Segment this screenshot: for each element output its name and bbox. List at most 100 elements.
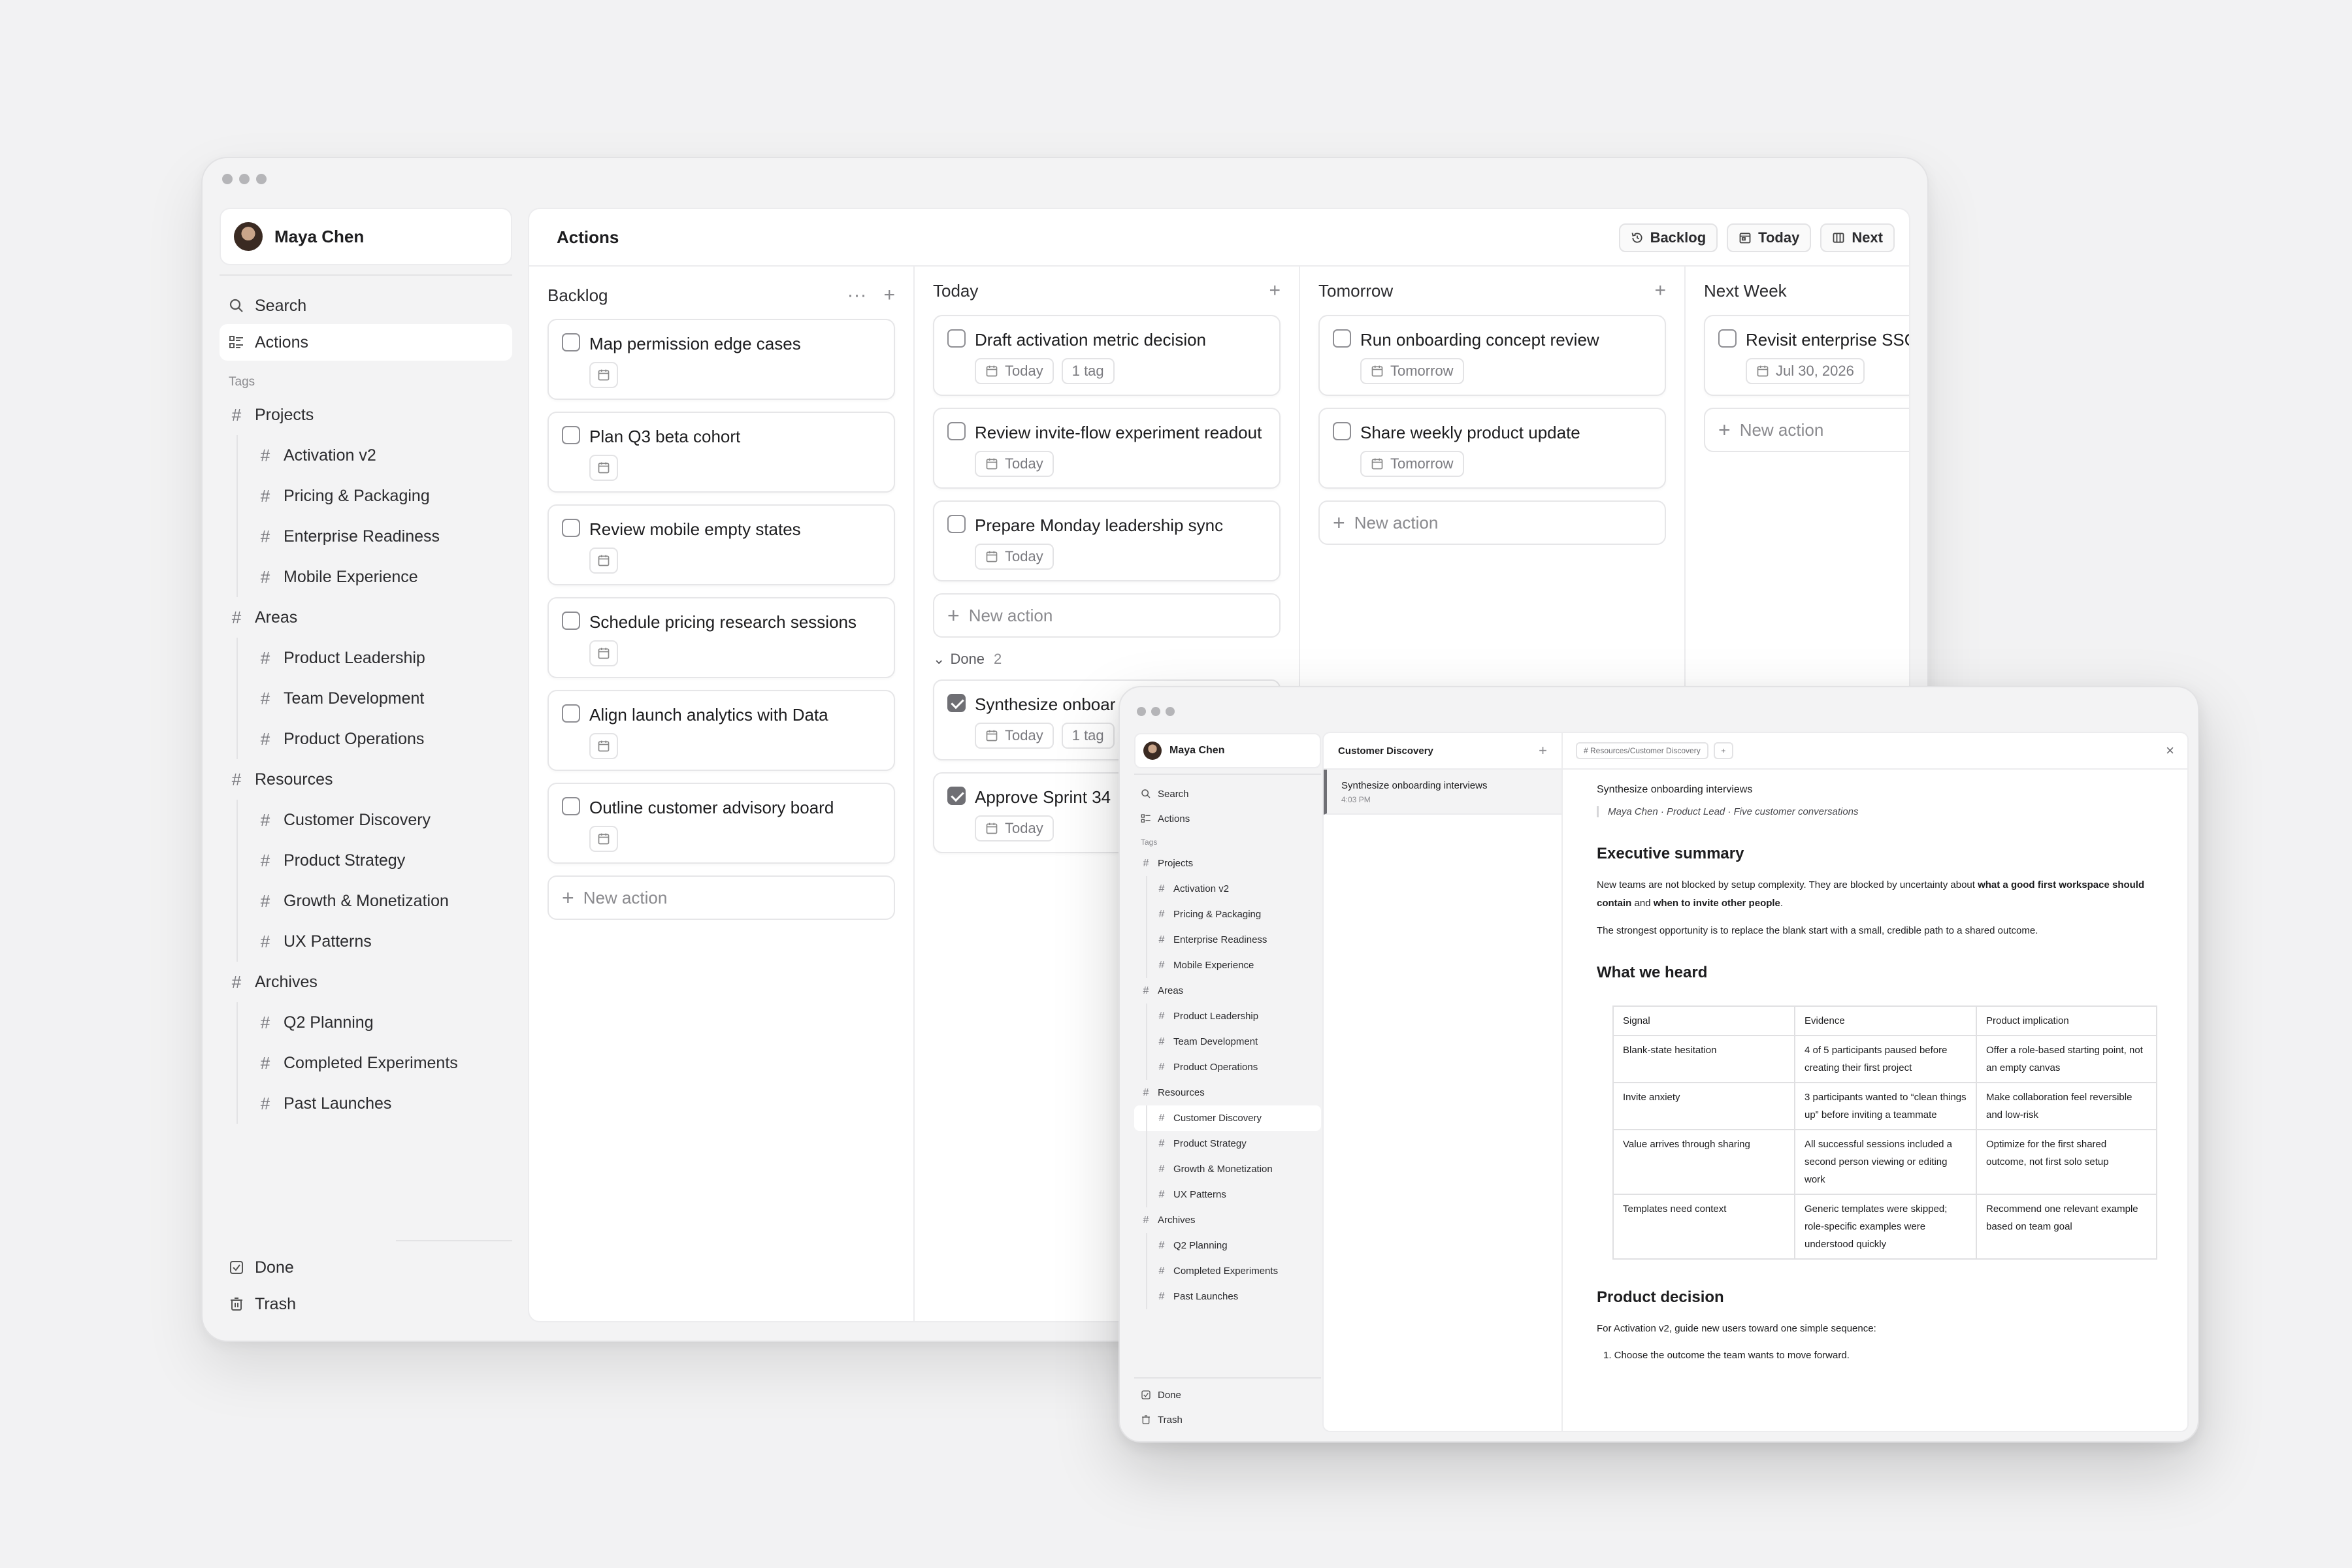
tag-ux-patterns[interactable]: # UX Patterns: [220, 921, 512, 962]
date-pill[interactable]: Today: [975, 723, 1054, 749]
checkbox[interactable]: [1333, 329, 1351, 348]
date-pill[interactable]: [589, 362, 618, 388]
plus-icon[interactable]: +: [1269, 280, 1281, 302]
next-button[interactable]: Next: [1820, 223, 1895, 252]
action-card[interactable]: Schedule pricing research sessions: [547, 597, 895, 678]
new-action-button[interactable]: + New action: [933, 593, 1281, 638]
plus-icon[interactable]: +: [883, 284, 895, 306]
tag-growth-monetization[interactable]: # Growth & Monetization: [1134, 1156, 1321, 1182]
checkbox[interactable]: [947, 422, 966, 440]
tag-archives[interactable]: # Archives: [1134, 1207, 1321, 1233]
date-pill[interactable]: Today: [975, 544, 1054, 570]
tag-areas[interactable]: # Areas: [220, 597, 512, 638]
tag-growth-monetization[interactable]: # Growth & Monetization: [220, 881, 512, 921]
tag-pricing-packaging[interactable]: # Pricing & Packaging: [1134, 902, 1321, 927]
tag-resources[interactable]: # Resources: [220, 759, 512, 800]
checkbox[interactable]: [562, 797, 580, 815]
action-card[interactable]: Share weekly product update Tomorrow: [1318, 408, 1666, 489]
editor-body[interactable]: Synthesize onboarding interviews Maya Ch…: [1563, 770, 2187, 1364]
date-pill[interactable]: Today: [975, 358, 1054, 384]
tag-count-pill[interactable]: 1 tag: [1061, 358, 1115, 384]
action-card[interactable]: Revisit enterprise SSO Jul 30, 2026: [1704, 315, 1909, 396]
tag-activation-v2[interactable]: # Activation v2: [1134, 876, 1321, 902]
done-section-toggle[interactable]: ⌄ Done 2: [933, 651, 1281, 668]
tag-customer-discovery[interactable]: # Customer Discovery: [220, 800, 512, 840]
tag-count-pill[interactable]: 1 tag: [1061, 723, 1115, 749]
tag-activation-v2[interactable]: # Activation v2: [220, 435, 512, 476]
date-pill[interactable]: Jul 30, 2026: [1746, 358, 1865, 384]
action-card[interactable]: Draft activation metric decision Today 1 t…: [933, 315, 1281, 396]
action-card[interactable]: Plan Q3 beta cohort: [547, 412, 895, 493]
new-action-button[interactable]: + New action: [1704, 408, 1909, 452]
action-card[interactable]: Align launch analytics with Data: [547, 690, 895, 771]
tag-q2-planning[interactable]: # Q2 Planning: [1134, 1233, 1321, 1258]
today-button[interactable]: Today: [1727, 223, 1812, 252]
checkbox[interactable]: [562, 426, 580, 444]
date-pill[interactable]: [589, 640, 618, 666]
checkbox-checked[interactable]: [947, 694, 966, 712]
tag-team-development[interactable]: # Team Development: [220, 678, 512, 719]
checkbox[interactable]: [947, 515, 966, 533]
action-card[interactable]: Prepare Monday leadership sync Today: [933, 500, 1281, 581]
checkbox[interactable]: [947, 329, 966, 348]
tag-ux-patterns[interactable]: # UX Patterns: [1134, 1182, 1321, 1207]
checkbox[interactable]: [1333, 422, 1351, 440]
sidebar-item-trash[interactable]: Trash: [1134, 1407, 1321, 1432]
sidebar-item-actions[interactable]: Actions: [1134, 806, 1321, 831]
action-card[interactable]: Review mobile empty states: [547, 504, 895, 585]
user-card[interactable]: Maya Chen: [220, 208, 512, 265]
action-card[interactable]: Review invite-flow experiment readout Tod…: [933, 408, 1281, 489]
sidebar-item-search[interactable]: Search: [220, 287, 512, 324]
plus-icon[interactable]: +: [1539, 742, 1547, 759]
tag-archives[interactable]: # Archives: [220, 962, 512, 1002]
date-pill[interactable]: [589, 826, 618, 852]
backlog-button[interactable]: Backlog: [1618, 223, 1718, 252]
date-pill[interactable]: [589, 733, 618, 759]
tag-customer-discovery[interactable]: # Customer Discovery: [1134, 1105, 1321, 1131]
new-action-button[interactable]: + New action: [1318, 500, 1666, 545]
date-pill[interactable]: Tomorrow: [1360, 451, 1464, 477]
tag-q2-planning[interactable]: # Q2 Planning: [220, 1002, 512, 1043]
tag-mobile-experience[interactable]: # Mobile Experience: [1134, 953, 1321, 978]
tag-past-launches[interactable]: # Past Launches: [1134, 1284, 1321, 1309]
date-pill[interactable]: Tomorrow: [1360, 358, 1464, 384]
tag-product-operations[interactable]: # Product Operations: [1134, 1054, 1321, 1080]
tag-projects[interactable]: # Projects: [1134, 851, 1321, 876]
sidebar-item-trash[interactable]: Trash: [220, 1286, 512, 1322]
user-card[interactable]: Maya Chen: [1134, 733, 1321, 768]
tag-team-development[interactable]: # Team Development: [1134, 1029, 1321, 1054]
date-pill[interactable]: Today: [975, 815, 1054, 841]
tag-enterprise-readiness[interactable]: # Enterprise Readiness: [1134, 927, 1321, 953]
sidebar-item-actions[interactable]: Actions: [220, 324, 512, 361]
checkbox[interactable]: [562, 612, 580, 630]
new-action-button[interactable]: + New action: [547, 875, 895, 920]
sidebar-item-done[interactable]: Done: [220, 1249, 512, 1286]
tag-enterprise-readiness[interactable]: # Enterprise Readiness: [220, 516, 512, 557]
more-icon[interactable]: ···: [847, 284, 866, 306]
tag-mobile-experience[interactable]: # Mobile Experience: [220, 557, 512, 597]
tag-product-leadership[interactable]: # Product Leadership: [1134, 1004, 1321, 1029]
note-item[interactable]: Synthesize onboarding interviews 4:03 PM: [1324, 770, 1561, 815]
action-card[interactable]: Run onboarding concept review Tomorrow: [1318, 315, 1666, 396]
sidebar-item-search[interactable]: Search: [1134, 781, 1321, 806]
action-card[interactable]: Outline customer advisory board: [547, 783, 895, 864]
tag-past-launches[interactable]: # Past Launches: [220, 1083, 512, 1124]
window-controls[interactable]: [222, 174, 267, 184]
action-card[interactable]: Map permission edge cases: [547, 319, 895, 400]
tag-product-strategy[interactable]: # Product Strategy: [220, 840, 512, 881]
tag-product-strategy[interactable]: # Product Strategy: [1134, 1131, 1321, 1156]
add-tag-button[interactable]: +: [1713, 742, 1733, 759]
checkbox[interactable]: [562, 704, 580, 723]
tag-product-operations[interactable]: # Product Operations: [220, 719, 512, 759]
date-pill[interactable]: [589, 547, 618, 574]
plus-icon[interactable]: +: [1654, 280, 1666, 302]
tag-completed-experiments[interactable]: # Completed Experiments: [220, 1043, 512, 1083]
sidebar-item-done[interactable]: Done: [1134, 1382, 1321, 1407]
tag-pricing-packaging[interactable]: # Pricing & Packaging: [220, 476, 512, 516]
tag-product-leadership[interactable]: # Product Leadership: [220, 638, 512, 678]
tag-projects[interactable]: # Projects: [220, 395, 512, 435]
breadcrumb[interactable]: # Resources/Customer Discovery: [1576, 742, 1708, 759]
checkbox[interactable]: [562, 519, 580, 537]
date-pill[interactable]: Today: [975, 451, 1054, 477]
tag-areas[interactable]: # Areas: [1134, 978, 1321, 1004]
